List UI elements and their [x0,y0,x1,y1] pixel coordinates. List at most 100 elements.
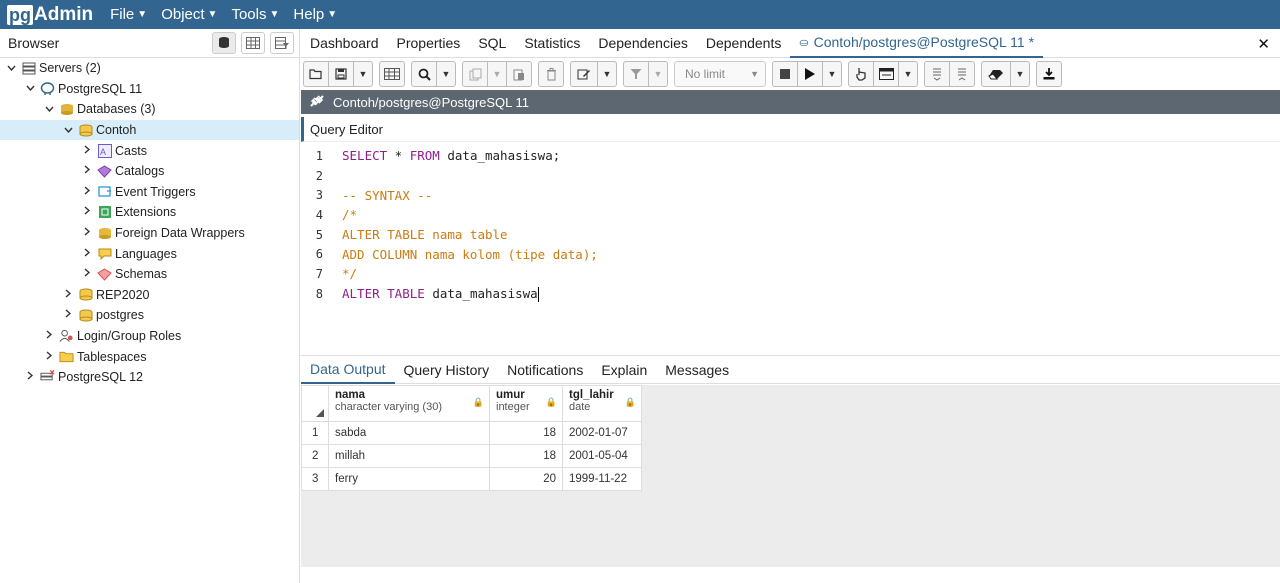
tree-item[interactable]: Foreign Data Wrappers [0,223,299,244]
save-file-icon[interactable] [328,61,354,87]
sql-editor[interactable]: 1 SELECT * FROM data_mahasiswa; 2 3 -- SYNTA… [301,146,1280,354]
chevron-right-icon[interactable] [81,248,93,260]
table-row[interactable]: 1 sabda 18 2002-01-07 [301,421,642,445]
code-line[interactable]: 8 ALTER TABLE data_mahasiswa [301,284,1280,304]
open-file-icon[interactable] [303,61,329,87]
cell-umur[interactable]: 20 [489,467,563,491]
code-line[interactable]: 7 */ [301,264,1280,284]
code-line[interactable]: 3 -- SYNTAX -- [301,185,1280,205]
tab-statistics[interactable]: Statistics [515,29,589,58]
chevron-down-icon[interactable] [24,83,36,94]
chevron-right-icon[interactable] [62,289,74,301]
filtered-rows-icon[interactable] [270,32,294,54]
menu-object[interactable]: Object ▼ [161,6,217,23]
query-tool-icon[interactable] [212,32,236,54]
copy-icon[interactable] [462,61,488,87]
explain-icon[interactable] [848,61,874,87]
chevron-down-icon[interactable] [5,63,17,74]
download-icon[interactable] [1036,61,1062,87]
tree-item[interactable]: Catalogs [0,161,299,182]
save-data-icon[interactable] [379,61,405,87]
search-icon[interactable] [411,61,437,87]
row-number[interactable]: 2 [301,444,329,468]
cell-umur[interactable]: 18 [489,444,563,468]
tab-dependents[interactable]: Dependents [697,29,791,58]
menu-help[interactable]: Help ▼ [293,6,337,23]
tab-dependencies[interactable]: Dependencies [589,29,697,58]
tab-data-output[interactable]: Data Output [301,356,395,384]
cell-tgl-lahir[interactable]: 2001-05-04 [562,444,642,468]
code-line[interactable]: 2 [301,166,1280,186]
row-number[interactable]: 1 [301,421,329,445]
tree-item[interactable]: PostgreSQL 11 [0,79,299,100]
chevron-down-icon[interactable]: ▼ [597,61,617,87]
chevron-down-icon[interactable]: ▼ [353,61,373,87]
execute-icon[interactable] [797,61,823,87]
cell-tgl-lahir[interactable]: 2002-01-07 [562,421,642,445]
clear-icon[interactable] [981,61,1011,87]
row-number[interactable]: 3 [301,467,329,491]
tree-item[interactable]: Databases (3) [0,99,299,120]
cell-tgl-lahir[interactable]: 1999-11-22 [562,467,642,491]
chevron-right-icon[interactable] [81,227,93,239]
code-line[interactable]: 5 ALTER TABLE nama table [301,225,1280,245]
tab-messages[interactable]: Messages [656,356,738,384]
chevron-down-icon[interactable] [43,104,55,115]
tab-dashboard[interactable]: Dashboard [301,29,388,58]
tree-item[interactable]: Servers (2) [0,58,299,79]
cell-nama[interactable]: sabda [328,421,490,445]
view-data-icon[interactable] [241,32,265,54]
chevron-down-icon[interactable]: ▼ [436,61,456,87]
chevron-down-icon[interactable] [62,125,74,136]
code-line[interactable]: 6 ADD COLUMN nama kolom (tipe data); [301,244,1280,264]
tab-query-history[interactable]: Query History [395,356,499,384]
stop-icon[interactable] [772,61,798,87]
chevron-down-icon[interactable]: ▼ [648,61,668,87]
tab-sql[interactable]: SQL [469,29,515,58]
column-header[interactable]: tgl_lahir date 🔒 [562,385,642,422]
paste-icon[interactable] [506,61,532,87]
code-line[interactable]: 1 SELECT * FROM data_mahasiswa; [301,146,1280,166]
tab-properties[interactable]: Properties [388,29,470,58]
chevron-down-icon[interactable]: ▼ [822,61,842,87]
cell-nama[interactable]: ferry [328,467,490,491]
rollback-icon[interactable] [949,61,975,87]
tree-item[interactable]: postgres [0,305,299,326]
close-icon[interactable]: ✕ [1257,35,1270,53]
tree-item[interactable]: REP2020 [0,285,299,306]
tree-item[interactable]: A Casts [0,140,299,161]
column-header[interactable]: nama character varying (30) 🔒 [328,385,490,422]
tree-item[interactable]: Contoh [0,119,299,141]
tab-explain[interactable]: Explain [592,356,656,384]
chevron-right-icon[interactable] [24,371,36,383]
tab-notifications[interactable]: Notifications [498,356,592,384]
select-all-corner[interactable] [301,385,329,422]
pgadmin-logo[interactable]: pg Admin [7,4,93,26]
filter-icon[interactable] [623,61,649,87]
tree-item[interactable]: Schemas [0,264,299,285]
chevron-right-icon[interactable] [81,165,93,177]
delete-icon[interactable] [538,61,564,87]
explain-analyze-icon[interactable] [873,61,899,87]
tree-item[interactable]: Tablespaces [0,346,299,367]
table-row[interactable]: 3 ferry 20 1999-11-22 [301,467,642,491]
menu-file[interactable]: File ▼ [110,6,147,23]
chevron-right-icon[interactable] [43,351,55,363]
chevron-right-icon[interactable] [81,268,93,280]
chevron-down-icon[interactable]: ▼ [898,61,918,87]
chevron-right-icon[interactable] [81,145,93,157]
chevron-down-icon[interactable]: ▼ [487,61,507,87]
cell-umur[interactable]: 18 [489,421,563,445]
tree-item[interactable]: Languages [0,243,299,264]
table-row[interactable]: 2 millah 18 2001-05-04 [301,444,642,468]
tree-item[interactable]: Extensions [0,202,299,223]
code-line[interactable]: 4 /* [301,205,1280,225]
commit-icon[interactable] [924,61,950,87]
menu-tools[interactable]: Tools ▼ [231,6,279,23]
tab-query-tool[interactable]: ⛀ Contoh/postgres@PostgreSQL 11 * [790,29,1044,58]
tree-item[interactable]: Event Triggers [0,182,299,203]
tree-item[interactable]: PostgreSQL 12 [0,367,299,388]
column-header[interactable]: umur integer 🔒 [489,385,563,422]
tree-item[interactable]: Login/Group Roles [0,326,299,347]
chevron-right-icon[interactable] [62,309,74,321]
